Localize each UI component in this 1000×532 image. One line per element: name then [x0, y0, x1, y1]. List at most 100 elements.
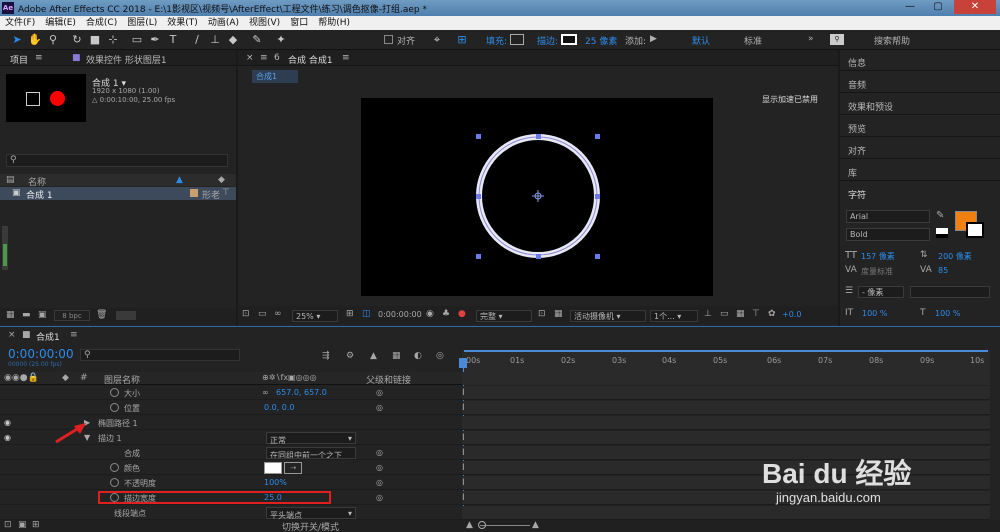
keyframe-marker[interactable]: I [462, 433, 465, 443]
zoom-out-icon[interactable]: ▲ [466, 520, 473, 530]
panel-align[interactable]: 对齐 [848, 144, 866, 157]
zoom-slider[interactable] [480, 525, 530, 526]
menu-view[interactable]: 视图(V) [244, 16, 285, 30]
panel-options-icon[interactable]: ≡ [342, 53, 350, 63]
pickwhip-icon[interactable]: ◎ [376, 388, 383, 397]
fast-preview-icon[interactable]: ▭ [720, 309, 729, 319]
menu-window[interactable]: 窗口 [285, 16, 313, 30]
zoom-in-icon[interactable]: ▲ [532, 520, 539, 530]
pickwhip-icon[interactable]: ◎ [376, 448, 383, 457]
stroke-width-field[interactable]: - 像素 [858, 286, 904, 298]
property-value[interactable]: 100% [264, 478, 287, 487]
sub-tab-comp[interactable]: 合成1 [252, 70, 298, 83]
close-button[interactable]: ✕ [954, 0, 996, 14]
motion-blur-icon[interactable]: ◐ [414, 351, 422, 361]
rotate-tool-icon[interactable]: ↻ [70, 33, 84, 47]
new-comp-icon[interactable]: ▣ [38, 310, 47, 320]
fill-swatch[interactable] [510, 34, 524, 45]
stroke-width-value[interactable]: 25 像素 [585, 34, 617, 47]
stroke-order-dropdown[interactable] [910, 286, 990, 298]
panel-preview[interactable]: 预览 [848, 122, 866, 135]
maximize-button[interactable]: ▢ [924, 0, 952, 14]
clone-stamp-tool-icon[interactable]: ⊥ [208, 33, 222, 47]
keyframe-marker[interactable]: I [462, 388, 465, 398]
menu-help[interactable]: 帮助(H) [313, 16, 355, 30]
lock-icon[interactable]: 6 [274, 53, 280, 63]
hand-tool-icon[interactable]: ✋ [28, 33, 42, 47]
composite-dropdown[interactable]: 在同组中前一个之下 [266, 447, 356, 459]
color-swatch[interactable] [264, 462, 282, 474]
kerning-value[interactable]: 度量标准 [861, 266, 893, 277]
property-row[interactable]: 位置 0.0, 0.0 ◎ [0, 401, 462, 415]
pickwhip-icon[interactable]: ◎ [376, 463, 383, 472]
time-ruler[interactable]: 00s 01s 02s 03s 04s 05s 06s 07s 08s 09s … [462, 350, 990, 372]
shy-layers-icon[interactable]: ▲ [370, 351, 377, 361]
timeline-icon[interactable]: ▦ [736, 309, 745, 319]
composition-canvas[interactable] [361, 98, 713, 296]
vr-icon[interactable]: ∞ [274, 309, 282, 319]
eraser-tool-icon[interactable]: ◆ [226, 33, 240, 47]
zoom-dropdown[interactable]: 25% ▾ [292, 310, 338, 322]
project-hscroll[interactable] [116, 311, 136, 320]
tracking-value[interactable]: 85 [938, 266, 948, 275]
views-dropdown[interactable]: 1个... ▾ [650, 310, 698, 322]
workspace-default[interactable]: 默认 [692, 34, 710, 47]
playhead-handle[interactable] [459, 358, 467, 368]
graph-editor-icon[interactable]: ◎ [436, 351, 444, 361]
snap-icon[interactable]: ⌖ [430, 33, 444, 47]
property-value[interactable]: 657.0, 657.0 [276, 388, 327, 397]
keyframe-marker[interactable]: I [462, 478, 465, 488]
search-help-input[interactable]: 搜索帮助 [874, 34, 910, 47]
frame-blending-icon[interactable]: ▦ [392, 351, 401, 361]
keyframe-marker[interactable]: I [462, 463, 465, 473]
property-row[interactable]: 颜色 ⇢ ◎ [0, 461, 462, 475]
pixel-aspect-icon[interactable]: ⊥ [704, 309, 712, 319]
snapshot-icon[interactable]: ◉ [426, 309, 434, 319]
new-folder-icon[interactable]: ▬ [22, 310, 31, 320]
bpc-button[interactable]: 8 bpc [54, 310, 90, 321]
region-of-interest-icon[interactable]: ⊡ [538, 309, 546, 319]
timeline-search-input[interactable]: ⚲ [80, 349, 240, 361]
minimize-button[interactable]: — [896, 0, 924, 14]
anchor-point-icon[interactable] [532, 190, 544, 202]
visibility-eye-icon[interactable]: ◉ [4, 418, 11, 427]
stroke-color-swatch[interactable] [966, 222, 984, 238]
timeline-tab[interactable]: 合成1 [36, 330, 60, 343]
property-row[interactable]: 合成 在同组中前一个之下 ◎ [0, 446, 462, 460]
flowchart-icon[interactable]: ⊤ [222, 188, 230, 198]
project-item-row[interactable]: ▣ 合成 1 形老 ⊤ [0, 187, 236, 201]
leading-value[interactable]: 200 像素 [938, 251, 972, 262]
interpret-footage-icon[interactable]: ▦ [6, 310, 15, 320]
mask-visibility-icon[interactable]: ◫ [362, 309, 371, 319]
menu-animation[interactable]: 动画(A) [203, 16, 244, 30]
vertical-scale-value[interactable]: 100 % [862, 309, 887, 318]
panel-library[interactable]: 库 [848, 166, 857, 179]
close-tab-icon[interactable]: × [246, 53, 254, 63]
pickwhip-icon[interactable]: ◎ [376, 478, 383, 487]
stopwatch-icon[interactable] [110, 463, 119, 472]
safe-zones-icon[interactable]: ⊞ [346, 309, 354, 319]
fill-label[interactable]: 填充: [486, 34, 507, 47]
transparency-grid-icon[interactable]: ▦ [554, 309, 563, 319]
eyedropper-icon[interactable]: ⇢ [284, 462, 302, 474]
add-label[interactable]: 添加: [625, 34, 646, 47]
line-cap-dropdown[interactable]: 平头端点 ▾ [266, 507, 356, 520]
font-family-dropdown[interactable]: Arial [846, 210, 930, 223]
font-style-dropdown[interactable]: Bold [846, 228, 930, 241]
viewer-timecode[interactable]: 0:00:00:00 [378, 310, 422, 319]
toggle-switches-modes[interactable]: 切换开关/模式 [282, 520, 339, 532]
tab-effects-controls[interactable]: 效果控件 形状图层1 [86, 53, 167, 66]
font-size-value[interactable]: 157 像素 [861, 251, 895, 262]
shape-options-icon[interactable]: ⊞ [455, 33, 469, 47]
panel-info[interactable]: 信息 [848, 56, 866, 69]
menu-file[interactable]: 文件(F) [0, 16, 40, 30]
menu-edit[interactable]: 编辑(E) [40, 16, 81, 30]
exposure-value[interactable]: +0.0 [782, 310, 801, 319]
property-value[interactable]: 0.0, 0.0 [264, 403, 295, 412]
panel-menu-icon[interactable]: ■ [22, 330, 31, 340]
puppet-tool-icon[interactable]: ✦ [274, 33, 288, 47]
menu-effect[interactable]: 效果(T) [162, 16, 203, 30]
always-preview-icon[interactable]: ⊡ [242, 309, 250, 319]
flowchart-icon[interactable]: ⊤ [752, 309, 760, 319]
in-out-icon[interactable]: ⊞ [32, 520, 40, 530]
